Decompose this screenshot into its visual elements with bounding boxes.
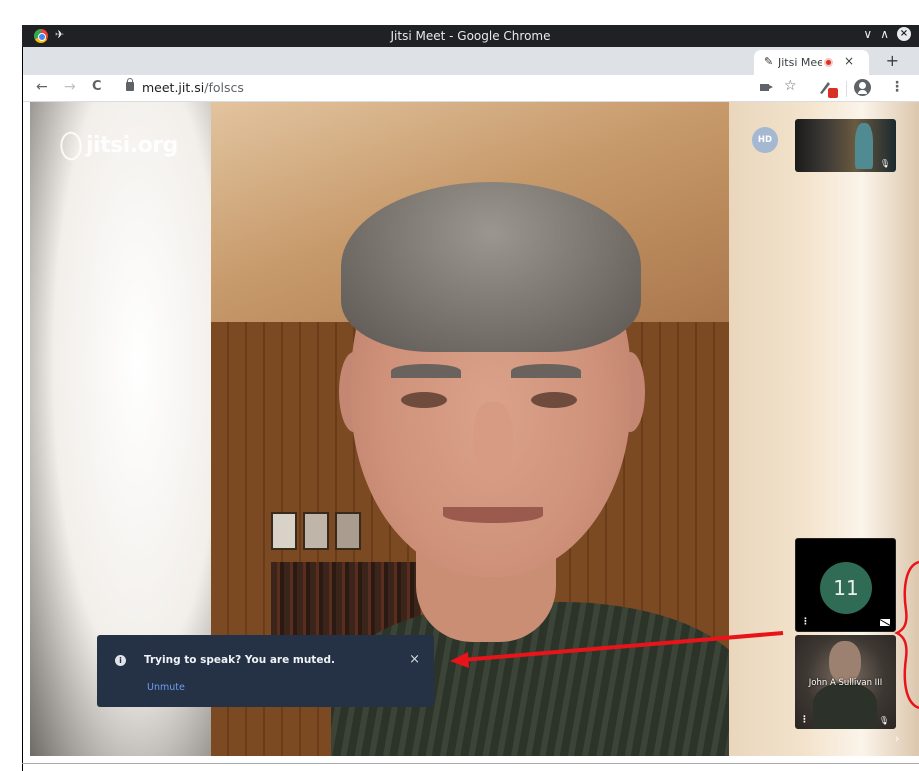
watermark-text: jitsi.org <box>86 133 178 158</box>
camera-in-use-icon[interactable] <box>760 84 773 91</box>
maximize-icon[interactable]: ∧ <box>880 27 889 41</box>
participant-avatar-hd[interactable]: HD <box>752 127 778 153</box>
tab-label: Jitsi Mee <box>778 56 822 69</box>
account-icon[interactable] <box>854 79 871 96</box>
video-person-eye <box>401 392 447 408</box>
toolbar-separator <box>846 81 847 97</box>
address-bar[interactable]: meet.jit.si/folscs <box>142 80 244 95</box>
lock-icon[interactable] <box>126 78 134 91</box>
video-person-eye <box>531 392 577 408</box>
page-border-left <box>22 47 23 771</box>
video-person-mouth <box>443 507 543 523</box>
thumbnail-menu-icon[interactable]: ⋮ <box>801 617 810 627</box>
thumbnail-menu-icon[interactable]: ⋮ <box>800 715 809 725</box>
jitsi-logo-icon <box>55 129 87 163</box>
jitsi-meeting-stage: jitsi.org HD 🎙 11 ⋮ John A Sullivan III … <box>30 102 919 756</box>
reload-button[interactable]: C <box>92 79 102 94</box>
unmute-link[interactable]: Unmute <box>147 682 185 693</box>
video-person-brow <box>391 364 461 378</box>
video-person-hair <box>341 182 641 352</box>
jitsi-watermark[interactable]: jitsi.org <box>55 129 178 163</box>
participant-thumbnail-john[interactable]: John A Sullivan III ⋮ 🎙 <box>795 635 896 729</box>
forward-button[interactable]: → <box>64 79 76 95</box>
minimize-icon[interactable]: ∨ <box>863 27 872 41</box>
window-titlebar: ✈ Jitsi Meet - Google Chrome ∨ ∧ × <box>22 25 919 47</box>
new-tab-button[interactable]: + <box>886 51 899 70</box>
jitsi-favicon-icon: ✎ <box>764 55 774 68</box>
filmstrip-toggle-chevron-icon[interactable]: › <box>895 732 899 745</box>
page-border-bottom <box>22 763 919 764</box>
video-person-brow <box>511 364 581 378</box>
mic-muted-icon: 🎙 <box>879 159 890 168</box>
video-photo <box>271 512 297 550</box>
participant-avatar-11: 11 <box>820 562 872 614</box>
info-icon: i <box>115 655 126 666</box>
video-photo <box>303 512 329 550</box>
recording-indicator-icon <box>824 58 833 67</box>
url-path: /folscs <box>204 80 244 95</box>
url-host: meet.jit.si <box>142 80 205 95</box>
notification-title: Trying to speak? You are muted. <box>144 654 335 666</box>
muted-notification: i Trying to speak? You are muted. × Unmu… <box>97 635 434 707</box>
camera-off-icon <box>880 619 890 626</box>
participant-thumbnail[interactable]: 🎙 <box>795 119 896 172</box>
thumbnail-face <box>829 641 861 683</box>
mic-muted-icon: 🎙 <box>878 716 889 725</box>
video-person-nose <box>473 402 513 482</box>
window-title: Jitsi Meet - Google Chrome <box>390 29 551 43</box>
notification-close-button[interactable]: × <box>409 652 420 667</box>
participant-thumbnail-11[interactable]: 11 ⋮ <box>795 538 896 632</box>
tab-close-button[interactable]: × <box>844 54 854 68</box>
thumbnail-figure <box>855 123 873 169</box>
close-window-icon[interactable]: × <box>897 27 911 41</box>
video-photo <box>335 512 361 550</box>
tab-jitsi-meet[interactable]: ✎ Jitsi Mee × <box>754 50 869 75</box>
chrome-menu-button[interactable]: ⋮ <box>890 79 904 95</box>
participant-name: John A Sullivan III <box>808 678 883 688</box>
thumbnail-body <box>813 683 877 729</box>
screenshot-frame: ✈ Jitsi Meet - Google Chrome ∨ ∧ × ✎ Jit… <box>0 0 919 771</box>
browser-toolbar: ← → C meet.jit.si/folscs ☆ ⋮ <box>22 75 919 102</box>
back-button[interactable]: ← <box>36 79 48 95</box>
tab-strip: ✎ Jitsi Mee × + <box>22 47 919 75</box>
extension-badge-icon <box>828 88 838 98</box>
window-controls: ∨ ∧ × <box>863 27 911 41</box>
bookmark-star-icon[interactable]: ☆ <box>784 78 797 94</box>
